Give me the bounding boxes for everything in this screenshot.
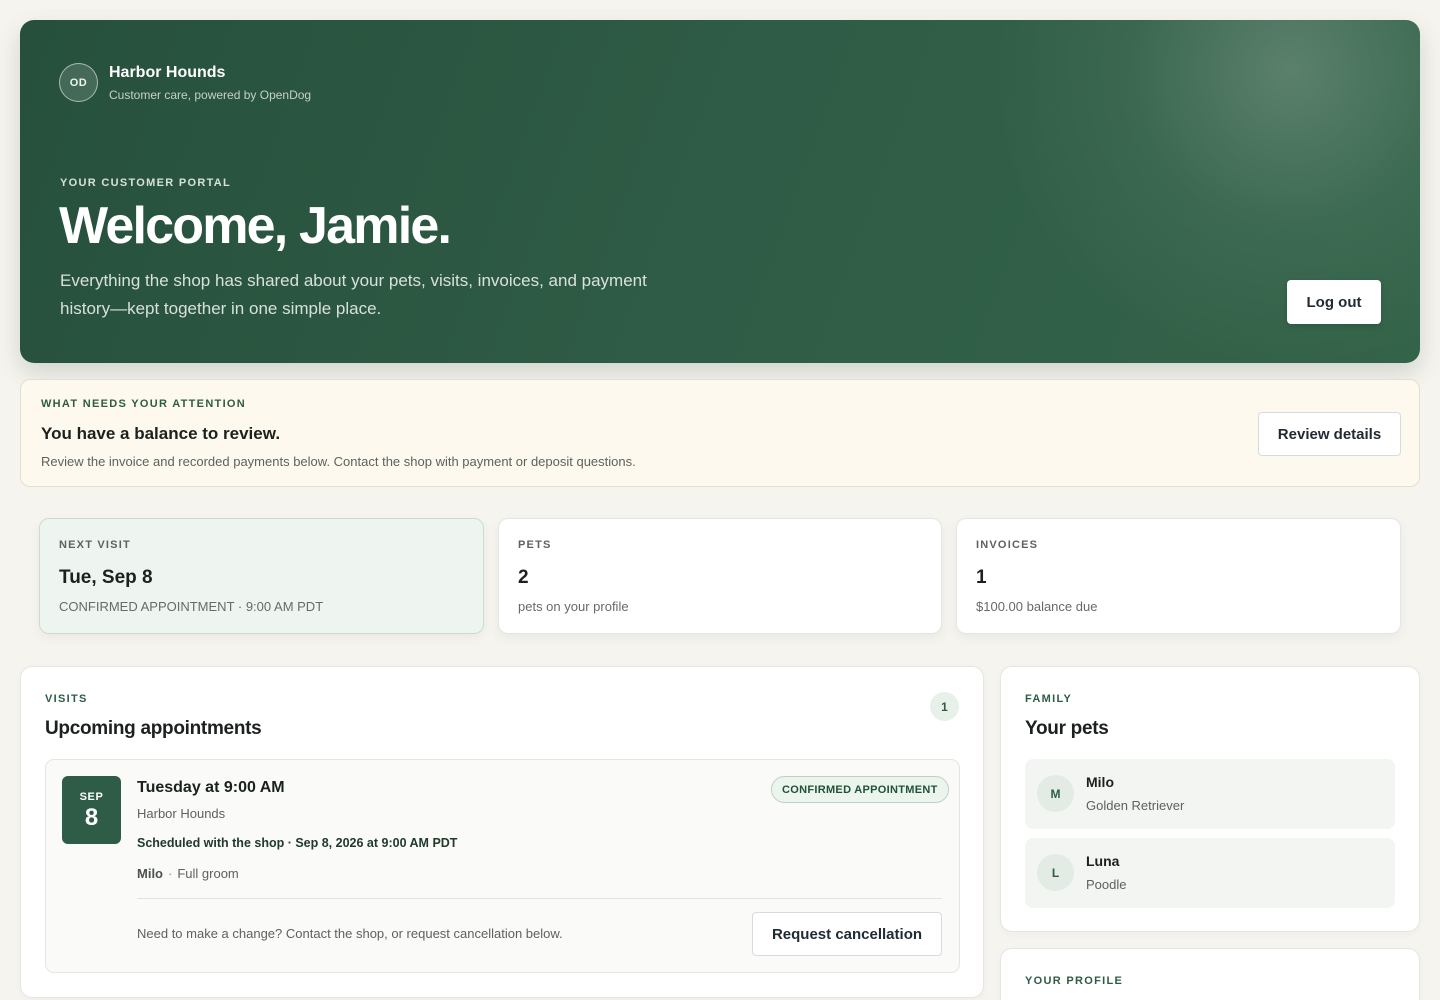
pet-breed: Poodle — [1086, 877, 1127, 892]
attention-description: Review the invoice and recorded payments… — [41, 454, 636, 469]
pet-item-luna[interactable]: L Luna Poodle — [1025, 838, 1395, 908]
divider — [137, 898, 942, 899]
logout-button[interactable]: Log out — [1287, 280, 1381, 324]
brand-subtitle: Customer care, powered by OpenDog — [109, 87, 312, 102]
appointment-time: Tuesday at 9:00 AM — [137, 779, 285, 796]
stat-card-invoices: INVOICES 1 $100.00 balance due — [956, 518, 1401, 634]
attention-title: You have a balance to review. — [41, 424, 281, 443]
appointment-service: Full groom — [177, 866, 239, 881]
pet-avatar: L — [1037, 854, 1074, 891]
appointment-help-text: Need to make a change? Contact the shop,… — [137, 926, 563, 941]
appointment-date-block: SEP 8 — [62, 776, 121, 844]
appointment-pet-service: Milo · Full groom — [137, 866, 239, 881]
hero-description: Everything the shop has shared about you… — [60, 271, 647, 318]
pets-title: Your pets — [1025, 718, 1109, 739]
family-eyebrow: FAMILY — [1025, 693, 1073, 705]
pet-avatar: M — [1037, 775, 1074, 812]
status-badge: CONFIRMED APPOINTMENT — [771, 776, 949, 803]
appointment-day: 8 — [84, 804, 99, 831]
pet-name: Luna — [1086, 853, 1120, 869]
profile-eyebrow: YOUR PROFILE — [1025, 975, 1124, 987]
visits-eyebrow: VISITS — [45, 693, 88, 705]
profile-card: YOUR PROFILE — [1000, 948, 1420, 1000]
pet-name: Milo — [1086, 774, 1114, 790]
visits-count-badge: 1 — [930, 692, 959, 721]
stat-card-pets: PETS 2 pets on your profile — [498, 518, 942, 634]
brand: OD Harbor Hounds Customer care, powered … — [59, 63, 311, 102]
separator-dot: · — [168, 866, 173, 881]
stat-card-next-visit: NEXT VISIT Tue, Sep 8 CONFIRMED APPOINTM… — [39, 518, 484, 634]
stat-label: NEXT VISIT — [59, 539, 131, 551]
appointment-schedule: Scheduled with the shop · Sep 8, 2026 at… — [137, 836, 458, 850]
hero-banner: OD Harbor Hounds Customer care, powered … — [20, 20, 1420, 363]
page-title: Welcome, Jamie. — [59, 197, 452, 255]
stat-value: 2 — [518, 567, 529, 588]
request-cancellation-button[interactable]: Request cancellation — [752, 912, 942, 956]
visits-title: Upcoming appointments — [45, 718, 262, 739]
pet-item-milo[interactable]: M Milo Golden Retriever — [1025, 759, 1395, 829]
attention-eyebrow: WHAT NEEDS YOUR ATTENTION — [41, 398, 247, 410]
brand-logo: OD — [59, 63, 98, 102]
stat-note: pets on your profile — [518, 599, 629, 614]
stat-note: $100.00 balance due — [976, 599, 1098, 614]
appointment-pet-name: Milo — [137, 866, 163, 881]
review-details-button[interactable]: Review details — [1258, 412, 1401, 456]
appointment-shop: Harbor Hounds — [137, 806, 226, 821]
stat-label: PETS — [518, 539, 552, 551]
pet-breed: Golden Retriever — [1086, 798, 1185, 813]
brand-name: Harbor Hounds — [109, 63, 226, 81]
hero-eyebrow: YOUR CUSTOMER PORTAL — [60, 177, 232, 189]
appointment-item: SEP 8 Tuesday at 9:00 AM Harbor Hounds S… — [45, 759, 960, 973]
stat-label: INVOICES — [976, 539, 1039, 551]
stat-value: Tue, Sep 8 — [59, 567, 153, 588]
pets-card: FAMILY Your pets M Milo Golden Retriever… — [1000, 666, 1420, 932]
stat-note: CONFIRMED APPOINTMENT · 9:00 AM PDT — [59, 599, 324, 614]
appointment-month: SEP — [79, 791, 104, 803]
stat-value: 1 — [976, 567, 987, 588]
attention-banner: WHAT NEEDS YOUR ATTENTION You have a bal… — [20, 379, 1420, 487]
visits-card: VISITS Upcoming appointments 1 SEP 8 Tue… — [20, 666, 984, 998]
